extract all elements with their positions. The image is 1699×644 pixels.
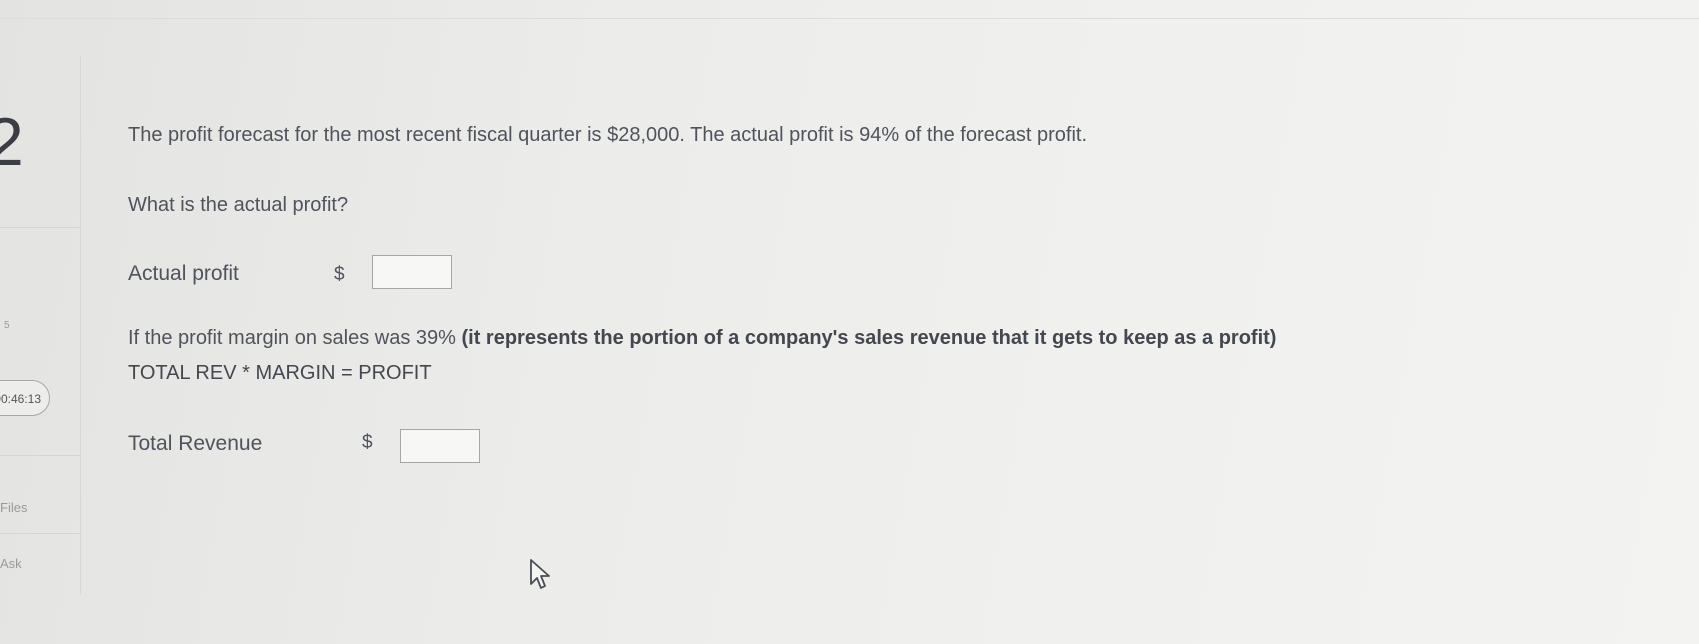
margin-question-text: If the profit margin on sales was 39% (i… [128,327,1276,350]
total-revenue-currency: $ [362,432,373,453]
question-text: The profit forecast for the most recent … [128,124,1087,146]
files-link[interactable]: Files [0,500,27,515]
sidebar-mark: 5 [4,320,10,331]
actual-profit-input[interactable] [372,255,452,289]
total-revenue-input[interactable] [400,429,480,463]
timer-badge: 00:46:13 [0,380,50,416]
top-divider [0,18,1699,19]
formula-text: TOTAL REV * MARGIN = PROFIT [128,362,432,384]
total-revenue-label: Total Revenue [128,432,263,455]
question-prompt: What is the actual profit? [128,194,349,216]
actual-profit-label: Actual profit [128,262,239,285]
rail-divider [0,227,80,228]
rail-divider [0,455,80,456]
mouse-pointer-icon [530,559,550,589]
ask-link[interactable]: Ask [0,556,22,571]
rail-divider [0,533,80,534]
margin-definition: (it represents the portion of a company'… [461,327,1277,349]
margin-question-prefix: If the profit margin on sales was 39% [128,327,462,349]
actual-profit-currency: $ [334,264,345,285]
question-number: 2 [0,104,24,180]
